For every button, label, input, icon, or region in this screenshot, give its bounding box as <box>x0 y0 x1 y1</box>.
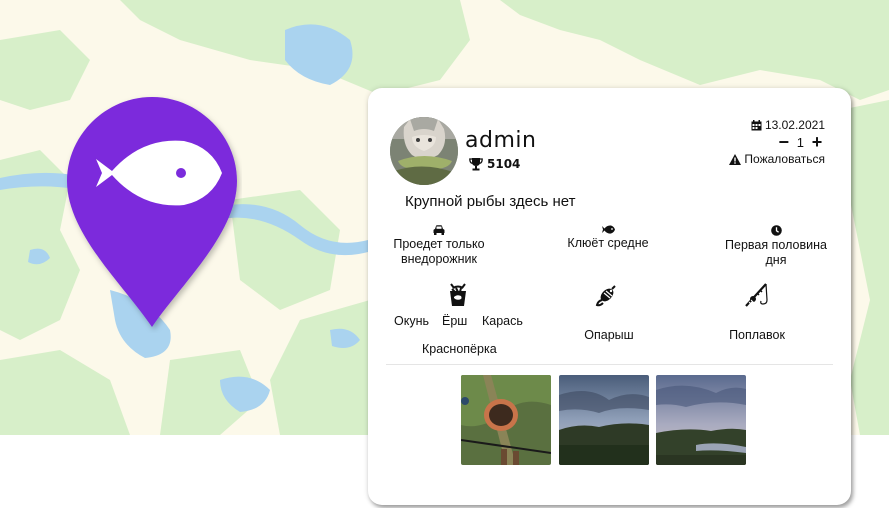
time-info: Первая половина дня <box>718 225 834 268</box>
clock-icon <box>770 225 782 236</box>
vote-up-button[interactable]: + <box>810 133 824 151</box>
fishing-rod-icon <box>745 283 768 307</box>
fish-species-item: Ёрш <box>442 314 468 328</box>
bite-info: Клюёт средне <box>556 225 660 251</box>
fish-icon <box>601 225 615 234</box>
photo-thumbnail-1[interactable] <box>461 375 551 465</box>
bite-text: Клюёт средне <box>567 236 649 250</box>
bait-text: Опарыш <box>584 328 634 342</box>
fish-species-item: Окунь <box>394 314 429 328</box>
calendar-icon <box>751 119 762 130</box>
fish-species-item: Краснопёрка <box>422 342 497 356</box>
date-text: 13.02.2021 <box>764 118 825 132</box>
report-meta: 13.02.2021 − 1 + Пожаловаться <box>705 117 825 167</box>
avatar[interactable] <box>390 117 458 185</box>
complaint-button[interactable]: Пожаловаться <box>705 151 825 167</box>
photo-thumbnail-2[interactable] <box>559 375 649 465</box>
access-text: Проедет только внедорожник <box>393 237 485 266</box>
bucket-icon <box>450 283 466 306</box>
car-icon <box>433 225 445 235</box>
vote-down-button[interactable]: − <box>777 133 791 151</box>
photo-thumbnail-3[interactable] <box>656 375 746 465</box>
report-date: 13.02.2021 <box>705 117 825 133</box>
vote-counter: − 1 + <box>705 133 824 151</box>
report-comment: Крупной рыбы здесь нет <box>405 193 576 210</box>
tackle-text: Поплавок <box>729 328 785 342</box>
map-marker[interactable] <box>62 93 242 333</box>
vote-count: 1 <box>796 134 804 150</box>
time-text: Первая половина дня <box>725 238 827 267</box>
fish-species-item: Карась <box>482 314 523 328</box>
warning-icon <box>729 153 742 165</box>
rating-value: 5104 <box>487 157 521 171</box>
user-rating: 5104 <box>469 157 520 171</box>
username[interactable]: admin <box>465 128 536 153</box>
spot-report-card: admin 5104 13.02.2021 − 1 + Пожаловаться… <box>368 88 851 505</box>
divider <box>386 364 833 365</box>
access-info: Проедет только внедорожник <box>386 225 492 267</box>
lure-icon <box>595 285 616 307</box>
complaint-label: Пожаловаться <box>744 152 825 166</box>
trophy-icon <box>469 158 483 171</box>
